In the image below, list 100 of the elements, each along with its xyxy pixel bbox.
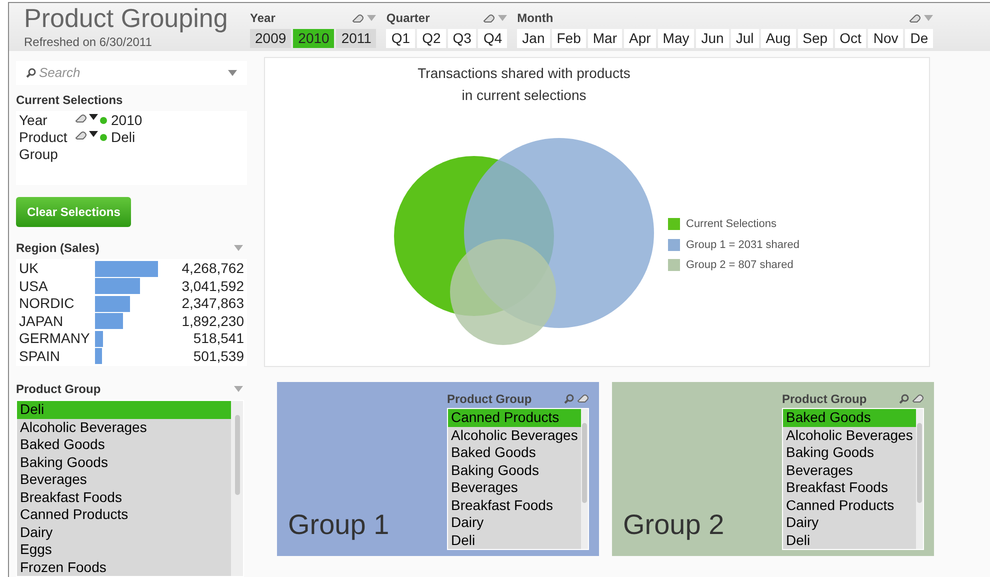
region-name: USA <box>19 278 49 295</box>
list-item[interactable]: Canned Products <box>448 409 581 426</box>
list-item[interactable]: Canned Products <box>17 506 231 524</box>
search-input[interactable]: Search <box>39 63 225 83</box>
sales-bar <box>95 278 140 294</box>
list-item[interactable]: Canned Products <box>783 496 916 514</box>
eraser-icon[interactable] <box>577 394 589 403</box>
caret-icon[interactable] <box>89 114 98 120</box>
filter-option[interactable]: Nov <box>868 29 904 48</box>
region-name: SPAIN <box>19 348 61 365</box>
list-item[interactable]: Deli <box>783 532 916 549</box>
sales-value: 501,539 <box>192 348 244 365</box>
list-item[interactable]: Dairy <box>448 514 581 532</box>
list-item[interactable]: Baking Goods <box>17 454 231 471</box>
sales-value: 3,041,592 <box>180 278 244 295</box>
filter-label: Month <box>517 10 554 27</box>
list-title: Product Group <box>782 391 867 408</box>
list-item[interactable]: Alcoholic Beverages <box>17 418 231 436</box>
scrollbar[interactable] <box>916 409 923 549</box>
legend-label: Group 1 = 2031 shared <box>686 238 800 252</box>
legend-label: Current Selections <box>686 217 776 232</box>
sales-bar <box>95 296 130 312</box>
filter-option[interactable]: 2010 <box>293 29 334 48</box>
chart-title: in current selections <box>462 86 586 105</box>
search-icon[interactable] <box>899 394 909 404</box>
sales-value: 2,347,863 <box>180 295 244 312</box>
filter-option[interactable]: Sep <box>798 29 833 48</box>
selection-value: Deli <box>111 129 136 147</box>
list-item[interactable]: Alcoholic Beverages <box>783 426 916 444</box>
filter-option[interactable]: May <box>658 29 694 48</box>
selection-field: Year <box>19 112 75 129</box>
filter-option[interactable]: 2009 <box>250 29 292 48</box>
scrollbar[interactable] <box>231 401 243 576</box>
section-title: Region (Sales) <box>16 240 100 257</box>
list-item[interactable]: Baked Goods <box>448 444 581 462</box>
list-item[interactable]: Eggs <box>17 541 231 558</box>
legend-label: Group 2 = 807 shared <box>686 258 794 273</box>
caret-icon[interactable] <box>89 131 98 137</box>
chart-title: Transactions shared with products <box>418 64 630 83</box>
eraser-icon[interactable] <box>483 14 496 22</box>
filter-option[interactable]: Q2 <box>417 29 446 48</box>
sales-value: 4,268,762 <box>180 260 244 278</box>
list-item[interactable]: Baking Goods <box>783 444 916 462</box>
eraser-icon[interactable] <box>909 14 922 22</box>
group-name: Group 2 <box>623 508 724 542</box>
region-name: UK <box>19 260 40 278</box>
selection-field: Product Group <box>19 129 75 163</box>
list-item[interactable]: Baked Goods <box>17 436 231 454</box>
list-item[interactable]: Deli <box>448 532 581 549</box>
list-title: Product Group <box>447 391 532 408</box>
selection-value: 2010 <box>111 112 142 129</box>
filter-option[interactable]: Jun <box>696 29 729 48</box>
section-title: Current Selections <box>16 92 124 109</box>
filter-option[interactable]: 2011 <box>336 29 376 48</box>
list-item[interactable]: Frozen Foods <box>17 558 231 576</box>
filter-option[interactable]: Q4 <box>478 29 508 48</box>
filter-option[interactable]: Feb <box>552 29 586 48</box>
group-name: Group 1 <box>288 508 390 542</box>
filter-label: Year <box>250 10 276 27</box>
region-name: GERMANY <box>19 330 91 348</box>
region-name: NORDIC <box>19 295 76 312</box>
list-item[interactable]: Breakfast Foods <box>448 496 581 514</box>
filter-option[interactable]: Aug <box>760 29 796 48</box>
list-item[interactable]: Dairy <box>783 514 916 532</box>
app-title: Product Grouping <box>24 3 229 33</box>
list-item[interactable]: Alcoholic Beverages <box>448 426 581 444</box>
list-item[interactable]: Beverages <box>448 479 581 496</box>
eraser-icon[interactable] <box>75 131 87 140</box>
status-dot-icon <box>100 117 107 124</box>
scrollbar[interactable] <box>580 409 588 549</box>
list-item[interactable]: Breakfast Foods <box>17 488 231 506</box>
eraser-icon[interactable] <box>352 14 364 22</box>
eraser-icon[interactable] <box>75 114 87 123</box>
refresh-date: Refreshed on 6/30/2011 <box>24 34 153 51</box>
list-item[interactable]: Deli <box>17 401 231 418</box>
filter-option[interactable]: Jul <box>730 29 759 48</box>
filter-option[interactable]: Mar <box>588 29 622 48</box>
search-icon[interactable] <box>564 394 574 404</box>
filter-option[interactable]: Q3 <box>448 29 476 48</box>
search-field[interactable]: Search <box>16 61 247 85</box>
sales-value: 1,892,230 <box>180 312 244 330</box>
sales-value: 518,541 <box>192 330 244 348</box>
search-icon[interactable] <box>26 68 36 78</box>
list-item[interactable]: Breakfast Foods <box>783 479 916 496</box>
filter-option[interactable]: Q1 <box>386 29 416 48</box>
filter-option[interactable]: Jan <box>517 29 550 48</box>
filter-label: Quarter <box>386 10 430 27</box>
filter-option[interactable]: Apr <box>624 29 656 48</box>
list-item[interactable]: Baked Goods <box>783 409 916 426</box>
eraser-icon[interactable] <box>912 394 924 403</box>
section-title: Product Group <box>16 381 101 398</box>
filter-option[interactable]: Oct <box>834 29 866 48</box>
region-name: JAPAN <box>19 312 64 330</box>
list-item[interactable]: Beverages <box>17 471 231 488</box>
list-item[interactable]: Baking Goods <box>448 462 581 479</box>
list-item[interactable]: Beverages <box>783 462 916 479</box>
sales-bar <box>95 260 158 277</box>
list-item[interactable]: Dairy <box>17 524 231 541</box>
filter-option[interactable]: De <box>905 29 934 48</box>
status-dot-icon <box>100 134 107 141</box>
